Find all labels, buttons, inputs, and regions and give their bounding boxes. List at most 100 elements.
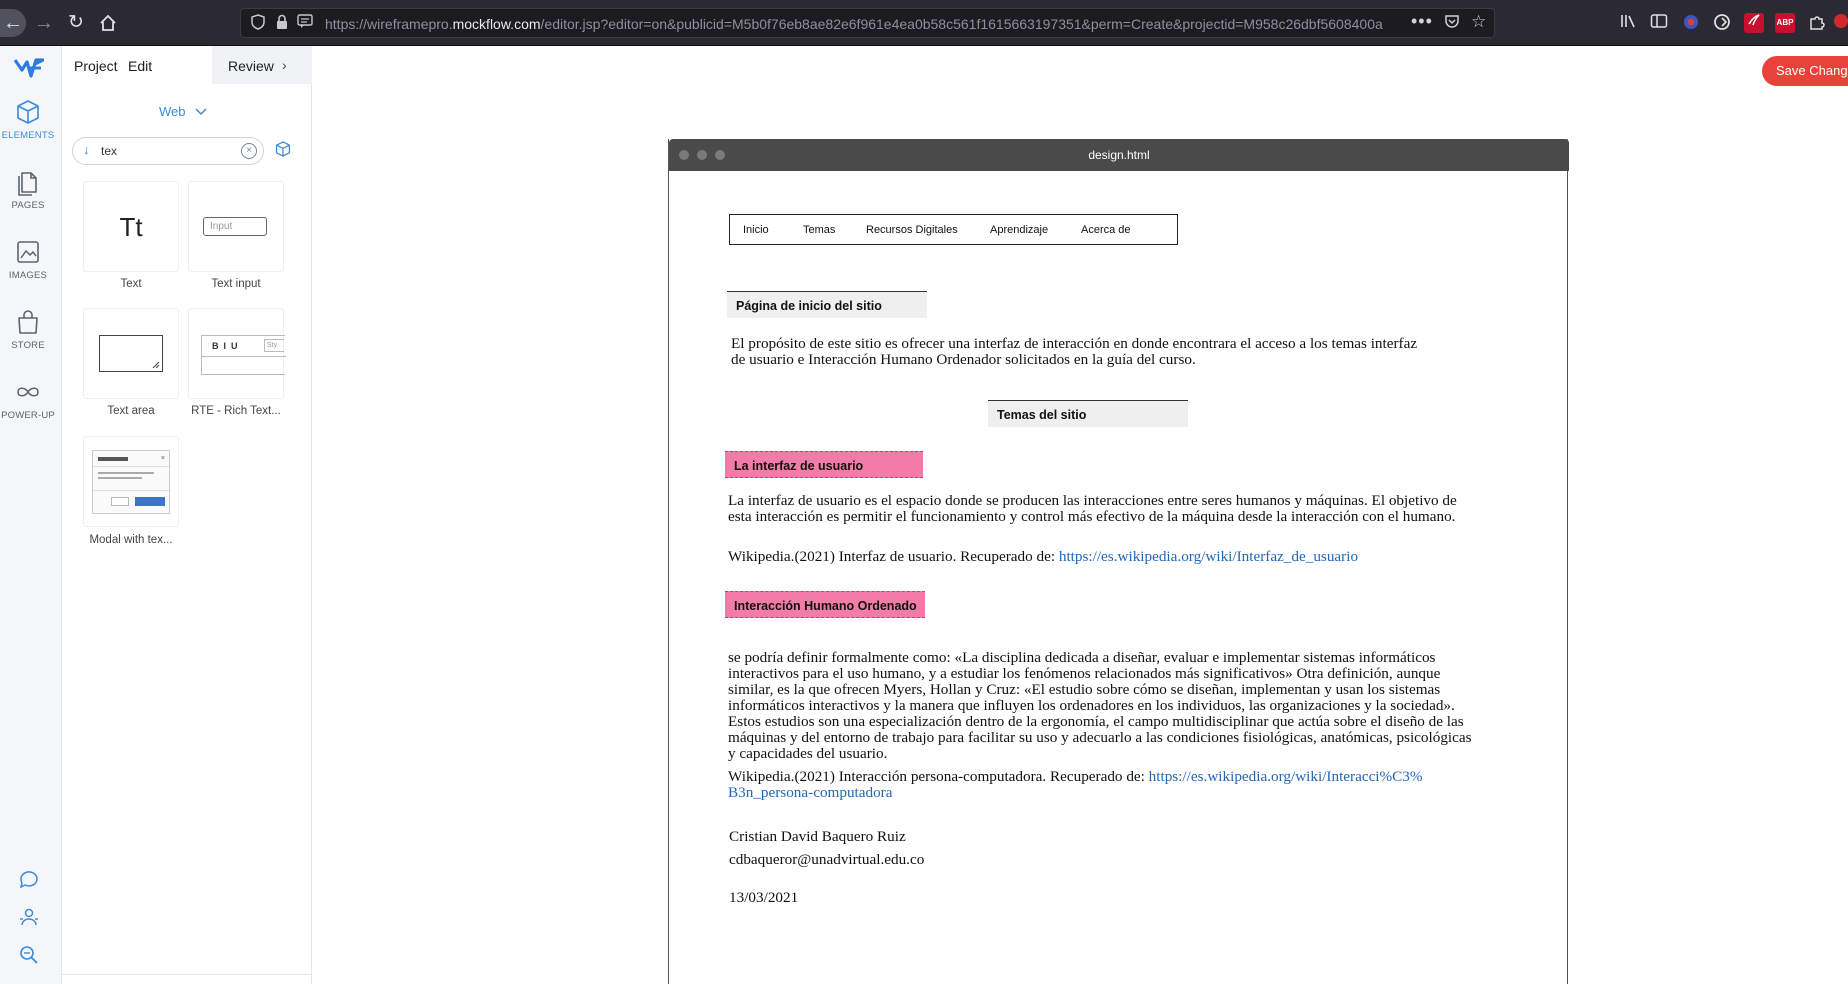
nav-item-acerca[interactable]: Acerca de — [1081, 224, 1131, 236]
rail-item-power-up[interactable]: POWER-UP — [0, 378, 56, 421]
elements-panel: Project Edit Review › Web ↓ × Tt Text In… — [62, 46, 312, 984]
mockflow-logo[interactable] — [13, 56, 45, 85]
extension-red-icon[interactable] — [1832, 13, 1848, 33]
wikipedia-link-interfaz[interactable]: https://es.wikipedia.org/wiki/Interfaz_d… — [1059, 548, 1358, 565]
tile-label: Text input — [211, 278, 261, 290]
section-heading-interfaz[interactable]: La interfaz de usuario — [725, 451, 923, 478]
textarea-preview — [99, 335, 163, 372]
left-rail: ELEMENTS PAGES IMAGES STORE POWER-UP — [0, 46, 62, 984]
modal-divider — [93, 466, 171, 467]
author-email[interactable]: cdbaqueror@unadvirtual.edu.co — [729, 852, 1129, 868]
section-body-interaccion[interactable]: se podría definir formalmente como: «La … — [728, 650, 1480, 762]
menu-project[interactable]: Project — [74, 58, 118, 74]
adblock-icon[interactable]: ABP — [1775, 13, 1795, 33]
home-icon[interactable] — [94, 9, 122, 37]
site-navbar[interactable]: Inicio Temas Recursos Digitales Aprendiz… — [729, 214, 1178, 245]
rail-item-store[interactable]: STORE — [0, 308, 56, 351]
permissions-icon[interactable] — [297, 14, 313, 31]
cube-icon — [17, 100, 39, 124]
tile-label: Text area — [107, 405, 155, 417]
resize-grip-icon — [152, 361, 160, 369]
menu-review-label: Review — [228, 58, 274, 74]
section-body-interfaz[interactable]: La interfaz de usuario es el espacio don… — [728, 493, 1480, 525]
rail-item-images[interactable]: IMAGES — [0, 238, 56, 281]
canvas-titlebar: design.html — [669, 139, 1569, 171]
nav-item-inicio[interactable]: Inicio — [743, 224, 769, 236]
canvas-title: design.html — [1088, 148, 1150, 162]
modal-save-button-preview — [135, 497, 165, 506]
modal-divider — [93, 490, 171, 491]
panel-footer — [62, 974, 312, 984]
home-heading[interactable]: Página de inicio del sitio — [727, 291, 927, 318]
element-tile-text-input[interactable]: Input — [188, 181, 284, 272]
menu-edit[interactable]: Edit — [128, 58, 152, 74]
modal-close-button-preview — [111, 497, 129, 506]
chevron-down-icon — [195, 108, 207, 116]
browser-toolbar: ← → ↻ https://wireframepro.mockflow.com/… — [0, 0, 1848, 46]
page-actions-icon[interactable]: ••• — [1411, 11, 1433, 32]
rte-preview: B I U Sty — [201, 335, 286, 375]
image-icon — [17, 241, 39, 263]
platform-dropdown[interactable]: Web — [159, 104, 207, 119]
rte-divider — [202, 356, 286, 357]
modal-text-line — [98, 472, 154, 474]
element-search: ↓ × — [72, 137, 264, 165]
shield-icon[interactable] — [251, 14, 265, 33]
clear-search-icon[interactable]: × — [241, 143, 257, 159]
chevron-right-icon: › — [282, 57, 287, 73]
element-tile-modal[interactable]: × — [83, 436, 179, 527]
author-name[interactable]: Cristian David Baquero Ruiz — [729, 829, 1129, 845]
url-text[interactable]: https://wireframepro.mockflow.com/editor… — [325, 16, 1415, 32]
menu-review[interactable]: Review › — [212, 46, 312, 84]
element-tile-text[interactable]: Tt — [83, 181, 179, 272]
section-heading-interaccion[interactable]: Interacción Humano Ordenado — [725, 591, 925, 618]
element-tile-rte[interactable]: B I U Sty — [188, 308, 286, 399]
nav-item-recursos[interactable]: Recursos Digitales — [866, 224, 958, 236]
nav-item-temas[interactable]: Temas — [803, 224, 835, 236]
url-path: /editor.jsp?editor=on&publicid=M5b0f76eb… — [540, 16, 1383, 32]
citation-interaccion[interactable]: Wikipedia.(2021) Interacción persona-com… — [728, 769, 1428, 801]
pocket-icon[interactable] — [1444, 14, 1460, 33]
rte-format-buttons: B I U — [212, 341, 238, 351]
tile-label: Text — [120, 278, 142, 290]
search-input[interactable] — [101, 142, 221, 160]
sort-arrow-icon[interactable]: ↓ — [83, 142, 90, 157]
extension-puzzle-icon[interactable] — [1807, 13, 1827, 33]
chat-icon[interactable] — [18, 868, 40, 890]
sidebar-icon[interactable] — [1649, 13, 1669, 33]
reload-icon[interactable]: ↻ — [62, 9, 90, 37]
text-glyph: Tt — [119, 212, 143, 242]
extension-refresh-icon[interactable] — [1712, 13, 1732, 33]
element-tile-text-area[interactable] — [83, 308, 179, 399]
back-icon[interactable]: ← — [0, 9, 26, 37]
rail-item-pages[interactable]: PAGES — [0, 168, 56, 211]
rail-item-elements[interactable]: ELEMENTS — [0, 98, 56, 141]
topics-heading[interactable]: Temas del sitio — [988, 400, 1188, 427]
publish-date[interactable]: 13/03/2021 — [729, 890, 1129, 906]
url-prefix: https://wireframepro. — [325, 16, 453, 32]
search-zoom-icon[interactable] — [18, 944, 40, 966]
design-canvas[interactable]: design.html Inicio Temas Recursos Digita… — [668, 139, 1569, 984]
address-bar[interactable]: https://wireframepro.mockflow.com/editor… — [240, 8, 1495, 38]
save-changes-button[interactable]: Save Changes — [1762, 56, 1848, 86]
input-preview: Input — [203, 217, 267, 236]
tile-label: RTE - Rich Text... — [191, 405, 281, 417]
citation-interfaz[interactable]: Wikipedia.(2021) Interfaz de usuario. Re… — [728, 549, 1480, 565]
citation-text: Wikipedia.(2021) Interfaz de usuario. Re… — [728, 548, 1059, 565]
cube-icon[interactable] — [274, 140, 292, 158]
extension-pdf-icon[interactable] — [1744, 13, 1764, 33]
url-domain: mockflow.com — [452, 16, 541, 32]
bookmark-star-icon[interactable]: ☆ — [1471, 12, 1486, 32]
home-intro[interactable]: El propósito de este sitio es ofrecer un… — [731, 336, 1421, 368]
modal-title-line — [98, 457, 128, 461]
extension-globe-icon[interactable] — [1681, 13, 1701, 33]
rail-label: POWER-UP — [1, 410, 55, 421]
nav-item-aprendizaje[interactable]: Aprendizaje — [990, 224, 1048, 236]
library-icon[interactable] — [1618, 13, 1638, 33]
shopping-bag-icon — [18, 310, 38, 334]
team-icon[interactable] — [18, 906, 40, 928]
forward-icon[interactable]: → — [30, 9, 58, 37]
modal-text-line — [98, 477, 142, 479]
infinity-icon — [17, 387, 39, 397]
lock-icon[interactable] — [275, 14, 289, 33]
